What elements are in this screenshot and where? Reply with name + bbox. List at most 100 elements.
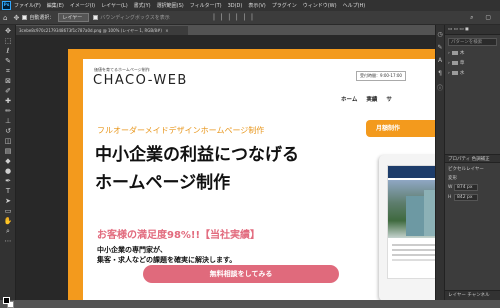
info-icon[interactable]: ⓘ <box>436 83 444 92</box>
website-mockup: 価値を育てるホームページ制作 CHACO-WEB 受付時間：9:00-17:00… <box>83 59 435 300</box>
canvas-area[interactable]: 価値を育てるホームページ制作 CHACO-WEB 受付時間：9:00-17:00… <box>16 35 435 300</box>
pen-icon[interactable]: ✒ <box>3 177 13 185</box>
auto-select-dropdown[interactable]: レイヤー <box>58 13 90 22</box>
zoom-icon[interactable]: ⌕ <box>3 227 13 235</box>
foreground-color-swatch[interactable] <box>3 297 10 304</box>
history-icon[interactable]: ◷ <box>436 31 444 38</box>
menu-window[interactable]: ウィンドウ(W) <box>303 2 337 9</box>
hero-description-line1: 中小企業の専門家が、 <box>97 246 167 254</box>
menu-layer[interactable]: レイヤー(L) <box>101 2 128 9</box>
blur-icon[interactable]: ◆ <box>3 157 13 165</box>
healing-icon[interactable]: ✚ <box>3 97 13 105</box>
folder-icon <box>451 61 458 65</box>
menu-edit[interactable]: 編集(E) <box>47 2 64 9</box>
menu-help[interactable]: ヘルプ(H) <box>343 2 366 9</box>
artboard: 価値を育てるホームページ制作 CHACO-WEB 受付時間：9:00-17:00… <box>68 49 435 300</box>
nav-item-works: 実績 <box>366 97 378 103</box>
tab-layers[interactable]: レイヤー <box>448 293 466 298</box>
pixel-layer-label: ピクセルレイヤー <box>448 167 484 172</box>
bbox-label: バウンディングボックスを表示 <box>100 15 170 21</box>
properties-tabs: プロパティ 色調補正 <box>445 154 500 163</box>
side-cta-badge: 月額制作 <box>366 120 435 137</box>
menu-type[interactable]: 書式(Y) <box>134 2 151 9</box>
width-field[interactable]: W 874 px <box>448 184 497 191</box>
device-text-lines <box>392 244 435 246</box>
marquee-icon[interactable]: ⬚ <box>3 37 13 45</box>
menu-image[interactable]: イメージ(I) <box>70 2 95 9</box>
menu-select[interactable]: 選択範囲(S) <box>157 2 184 9</box>
folder-icon <box>451 51 458 55</box>
brush-settings-icon[interactable]: ✎ <box>436 44 444 51</box>
pattern-search-input[interactable]: パターンを検索 <box>448 38 497 46</box>
character-icon[interactable]: A <box>436 57 444 64</box>
stamp-icon[interactable]: ⊥ <box>3 117 13 125</box>
satisfaction-text: お客様の満足度98%!!【当社実績】 <box>97 230 261 241</box>
tools-panel: ✥ ⬚ ℓ ✎ ⌗ ⊠ ✐ ✚ ✏ ⊥ ↺ ◫ ▤ ◆ ● ✒ T ➤ ▭ ✋ … <box>0 25 16 308</box>
hero-description: 中小企業の専門家が、 集客・求人などの課題を確実に解決します。 <box>97 245 236 265</box>
dodge-icon[interactable]: ● <box>3 167 13 175</box>
hero-subheading: フルオーダーメイドデザインホームページ制作 <box>97 126 265 135</box>
hand-icon[interactable]: ✋ <box>3 217 13 225</box>
lasso-icon[interactable]: ℓ <box>3 47 13 55</box>
close-icon[interactable]: × <box>165 28 168 33</box>
history-brush-icon[interactable]: ↺ <box>3 127 13 135</box>
eyedropper-icon[interactable]: ✐ <box>3 87 13 95</box>
menu-view[interactable]: 表示(V) <box>248 2 265 9</box>
site-logo: CHACO-WEB <box>93 73 188 88</box>
tab-adjustments[interactable]: 色調補正 <box>472 157 490 162</box>
building-shape <box>406 196 424 236</box>
document-tab[interactable]: 3cebe8c970c2179348673f1c787a0d.png @ 100… <box>16 25 188 35</box>
free-consult-button: 無料相談をしてみる <box>143 265 339 283</box>
more-tools-icon[interactable]: ⋯ <box>3 237 13 245</box>
panel-dock-icons: ◷ ✎ A ¶ ⓘ <box>435 25 445 300</box>
auto-select-option[interactable]: 自動選択： <box>22 14 54 21</box>
nav-item-service: サ <box>386 97 392 103</box>
layers-tabs: レイヤー チャンネル <box>445 290 500 300</box>
nav-item-home: ホーム <box>341 97 358 103</box>
frame-icon[interactable]: ⊠ <box>3 77 13 85</box>
home-icon[interactable]: ⌂ <box>3 14 7 22</box>
device-screen <box>387 165 435 279</box>
bbox-option[interactable]: バウンディングボックスを表示 <box>93 14 170 21</box>
move-tool-icon[interactable]: ✥ <box>13 14 19 22</box>
search-icon[interactable]: ⌕ ▢ <box>470 14 496 22</box>
brush-icon[interactable]: ✏ <box>3 107 13 115</box>
menu-filter[interactable]: フィルター(T) <box>190 2 222 9</box>
chevron-right-icon: › <box>448 50 450 56</box>
site-nav: ホーム 実績 サ <box>341 95 401 103</box>
pattern-group-water[interactable]: › 水 <box>448 70 497 77</box>
width-input[interactable]: 874 px <box>454 184 478 191</box>
folder-icon <box>451 71 458 75</box>
auto-select-checkbox[interactable] <box>22 15 28 20</box>
building-shape <box>424 190 435 236</box>
transform-label: 変形 <box>448 176 457 181</box>
gradient-icon[interactable]: ▤ <box>3 147 13 155</box>
tab-channels[interactable]: チャンネル <box>467 293 489 298</box>
paragraph-icon[interactable]: ¶ <box>436 70 444 77</box>
shape-icon[interactable]: ▭ <box>3 207 13 215</box>
auto-select-label: 自動選択： <box>29 15 55 21</box>
document-tab-title: 3cebe8c970c2179348673f1c787a0d.png @ 100… <box>19 28 162 33</box>
hero-title-line2: ホームページ制作 <box>95 173 231 193</box>
menu-3d[interactable]: 3D(D) <box>228 3 243 9</box>
height-field[interactable]: H 842 px <box>448 194 497 201</box>
align-icons[interactable]: ▏▏▏▏▏▏ <box>214 14 260 21</box>
pattern-group-wood[interactable]: › 木 <box>448 50 497 57</box>
tab-properties[interactable]: プロパティ <box>448 157 470 162</box>
photoshop-logo-icon[interactable]: Ps <box>2 1 11 10</box>
height-input[interactable]: 842 px <box>454 194 478 201</box>
menu-file[interactable]: ファイル(F) <box>14 2 41 9</box>
bbox-checkbox[interactable] <box>93 15 99 20</box>
eraser-icon[interactable]: ◫ <box>3 137 13 145</box>
menu-plugins[interactable]: プラグイン <box>272 2 297 9</box>
move-icon[interactable]: ✥ <box>3 27 13 35</box>
pattern-group-grass[interactable]: › 草 <box>448 60 497 67</box>
path-select-icon[interactable]: ➤ <box>3 197 13 205</box>
pattern-group-label: 水 <box>459 71 465 76</box>
hero-title: 中小企業の利益につなげる ホームページ制作 <box>95 141 299 197</box>
quick-select-icon[interactable]: ✎ <box>3 57 13 65</box>
type-icon[interactable]: T <box>3 187 13 195</box>
business-hours: 受付時間：9:00-17:00 <box>356 71 406 81</box>
crop-icon[interactable]: ⌗ <box>3 67 13 75</box>
right-panel: ▭ ▭ ▭ ◼ パターンを検索 › 木 › 草 › 水 プロパティ 色調補正 ピ… <box>445 25 500 300</box>
